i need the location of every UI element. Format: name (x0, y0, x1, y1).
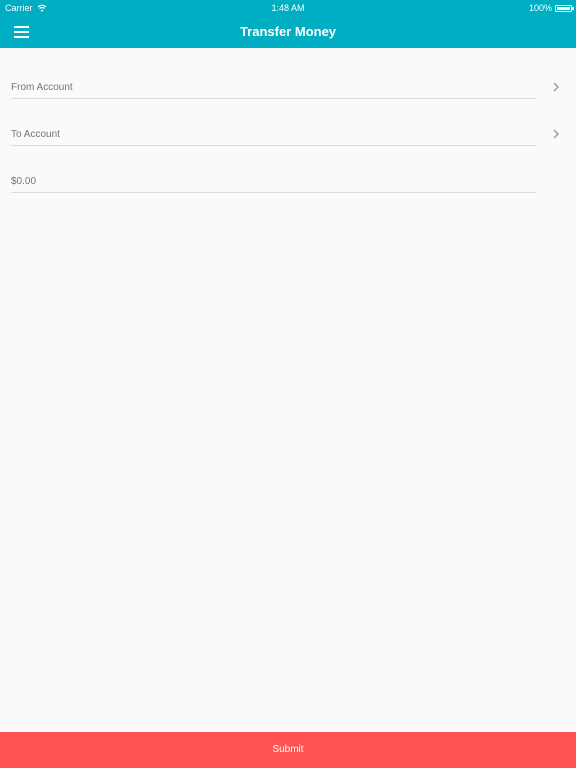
status-right: 100% (528, 0, 574, 16)
to-account-field[interactable] (11, 125, 536, 146)
amount-input[interactable] (11, 176, 536, 187)
chevron-right-icon[interactable] (550, 81, 562, 93)
status-time: 1:48 AM (271, 3, 305, 13)
page-title: Transfer Money (239, 24, 337, 39)
from-account-field[interactable] (11, 78, 536, 99)
nav-bar: Transfer Money (0, 16, 576, 48)
status-bar: Carrier 1:48 AM 100% (0, 0, 576, 16)
battery-fill (557, 6, 570, 10)
to-account-input[interactable] (11, 129, 536, 140)
amount-field[interactable] (11, 172, 536, 193)
submit-button[interactable]: Submit (0, 732, 576, 768)
battery-percent: 100% (528, 3, 552, 13)
battery-icon (555, 4, 574, 12)
chevron-right-icon[interactable] (550, 128, 562, 140)
from-account-input[interactable] (11, 82, 536, 93)
app-header: Carrier 1:48 AM 100% Transfer Money (0, 0, 576, 48)
